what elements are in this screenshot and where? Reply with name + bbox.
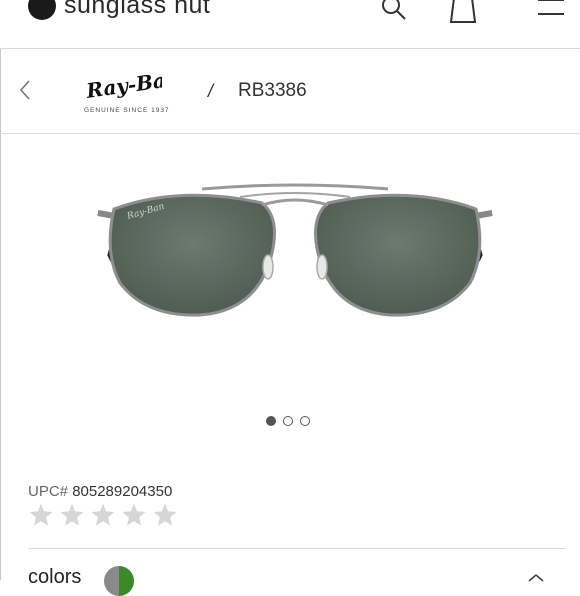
star-icon [60, 503, 84, 526]
search-icon[interactable] [380, 0, 408, 22]
breadcrumb-model: RB3386 [238, 80, 307, 101]
gallery-dot-2[interactable] [283, 416, 293, 426]
chevron-down-icon[interactable] [526, 572, 546, 584]
ray-ban-logo[interactable]: Ray-Ban [82, 65, 162, 105]
upc-label: UPC# [28, 483, 69, 500]
section-divider [28, 548, 566, 549]
gallery-dot-3[interactable] [300, 416, 310, 426]
site-header: sunglass hut [0, 0, 580, 49]
upc-line: UPC# 805289204350 [28, 483, 172, 500]
star-icon [122, 503, 146, 526]
breadcrumb: Ray-Ban GENUINE SINCE 1937 / RB3386 [0, 49, 580, 134]
chevron-left-icon[interactable] [18, 79, 32, 101]
breadcrumb-separator: / [208, 81, 214, 101]
gallery-dot-1[interactable] [266, 416, 276, 426]
colors-label[interactable]: colors [28, 566, 81, 589]
star-icon [91, 503, 115, 526]
brand-tagline: GENUINE SINCE 1937 [84, 107, 170, 114]
star-icon [29, 503, 53, 526]
star-icon [153, 503, 177, 526]
upc-value: 805289204350 [72, 483, 173, 500]
color-swatch[interactable] [104, 566, 134, 596]
brand-logo-dot[interactable] [28, 0, 56, 20]
product-image[interactable]: Ray-Ban [90, 175, 500, 335]
brand-name[interactable]: sunglass hut [64, 0, 210, 20]
shopping-bag-icon[interactable] [450, 0, 476, 24]
svg-text:Ray-Ban: Ray-Ban [84, 66, 162, 103]
menu-icon[interactable] [536, 0, 566, 22]
